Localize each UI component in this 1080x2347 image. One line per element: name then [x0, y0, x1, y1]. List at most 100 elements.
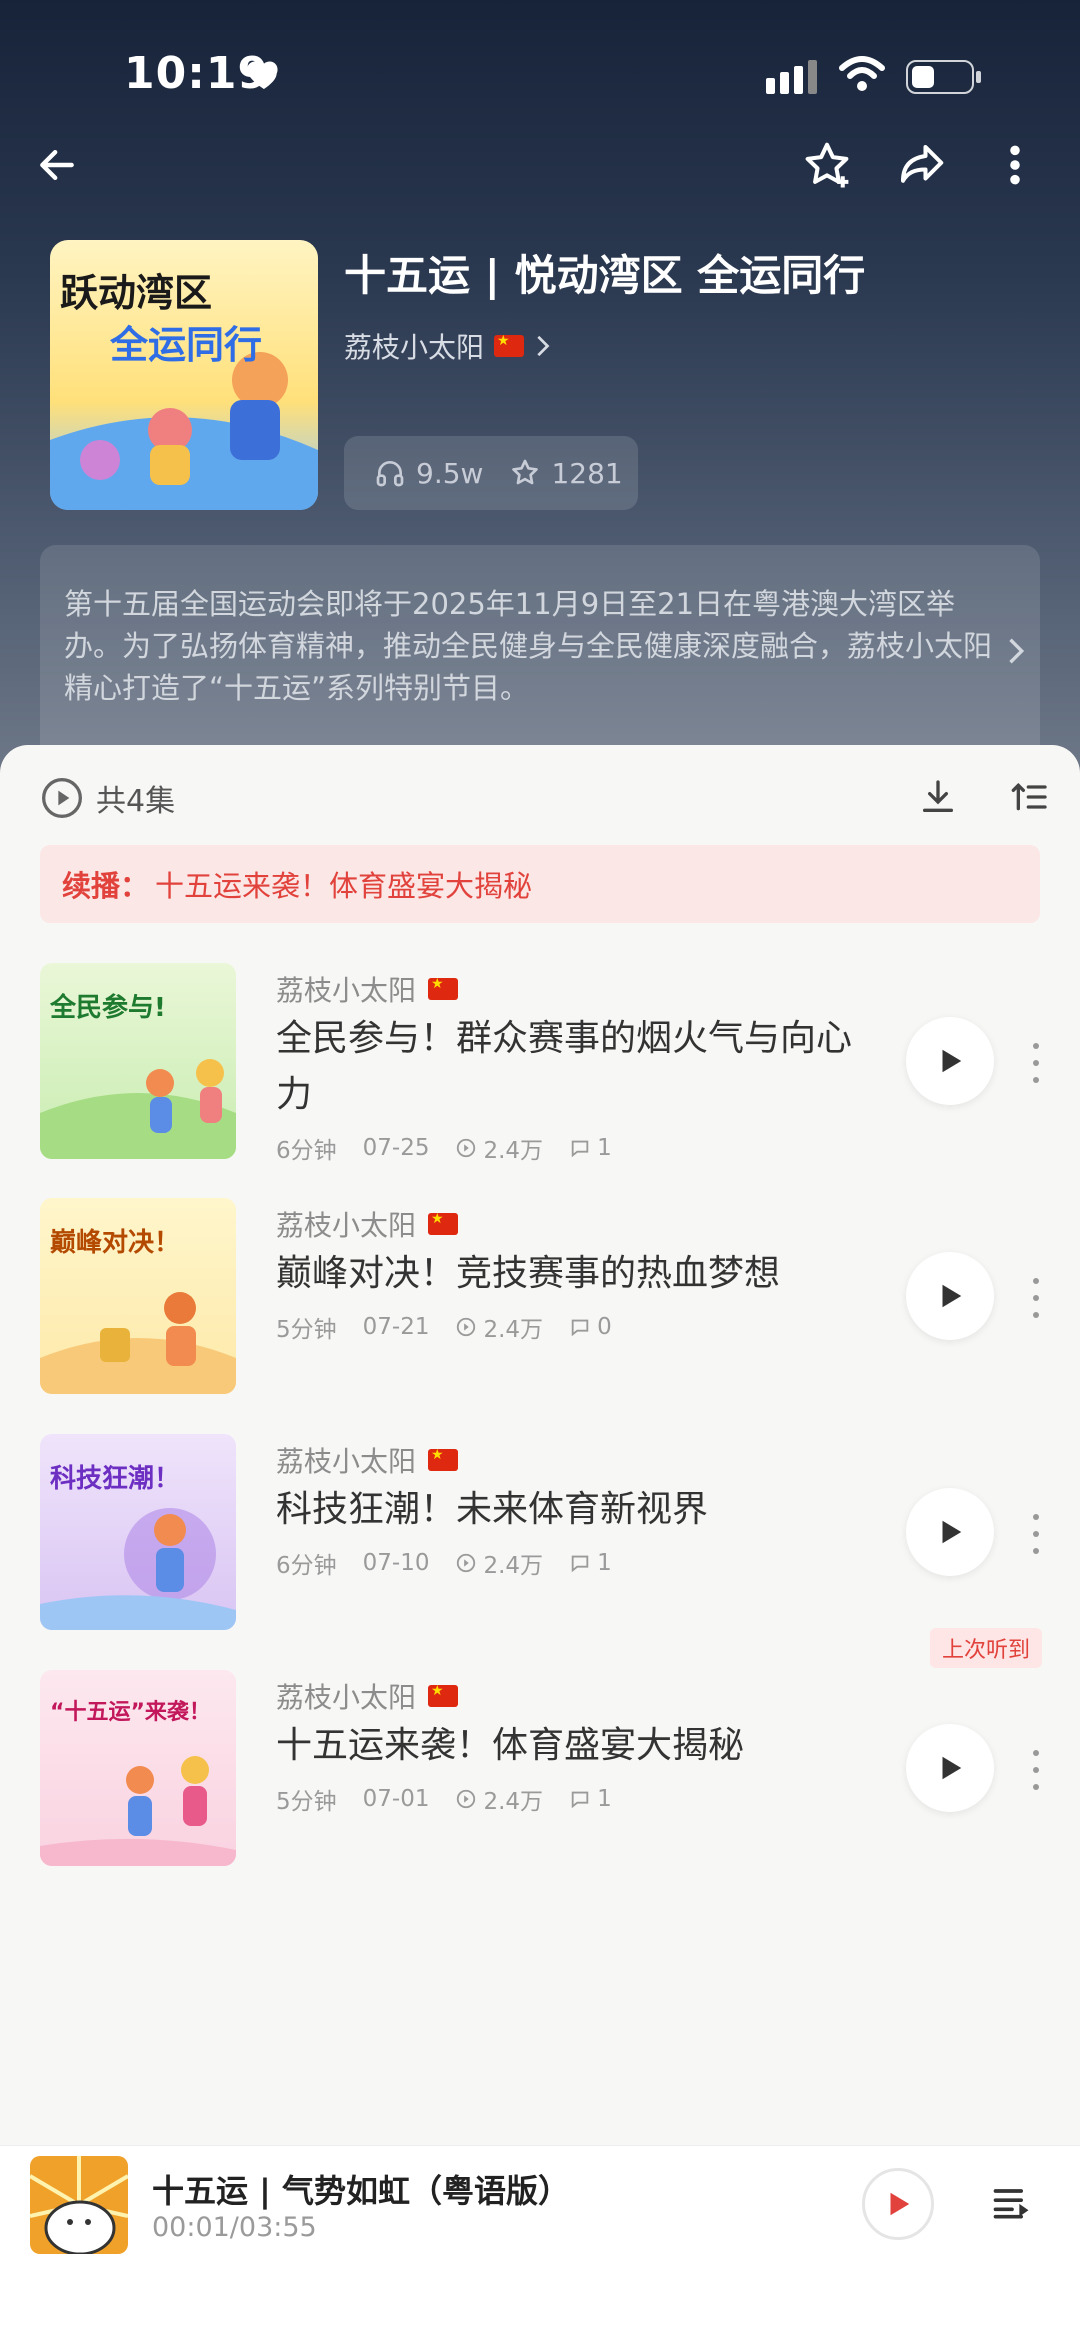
favorite-button[interactable]: [792, 130, 862, 200]
episode-comments-value: 1: [597, 1550, 612, 1576]
star-plus-icon: [805, 142, 849, 188]
episode-plays-value: 2.4万: [483, 1138, 544, 1164]
favorites-count: 1281: [551, 456, 623, 490]
wifi-icon: [839, 56, 885, 91]
sort-icon[interactable]: [1010, 777, 1050, 817]
episode-comments-value: 1: [597, 1786, 612, 1812]
episode-row[interactable]: 巅峰对决！ 荔枝小太阳 巅峰对决！竞技赛事的热血梦想 5分钟 07-21 2.4…: [0, 1198, 1080, 1398]
thumbnail-text: “十五运”来袭！: [50, 1700, 211, 1725]
episode-play-button[interactable]: [906, 1488, 994, 1576]
episode-count: 共4集: [96, 784, 176, 819]
share-button[interactable]: [886, 130, 956, 200]
episode-plays: 2.4万: [455, 1782, 543, 1816]
episode-more-button[interactable]: [1026, 1750, 1046, 1790]
favorites-stat: 1281: [509, 456, 623, 490]
episode-more-button[interactable]: [1026, 1043, 1046, 1083]
description-text: 第十五届全国运动会即将于2025年11月9日至21日在粤港澳大湾区举办。为了弘扬…: [64, 587, 993, 705]
cover-text-bottom: 全运同行: [110, 323, 263, 367]
episode-author-name: 荔枝小太阳: [276, 1209, 417, 1242]
status-bar: 10:19: [0, 48, 1080, 108]
episode-meta: 5分钟 07-21 2.4万 0: [276, 1310, 612, 1344]
back-button[interactable]: [22, 130, 92, 200]
episode-comments: 1: [569, 1786, 612, 1812]
play-count-icon: [457, 1789, 476, 1809]
episode-date: 07-01: [362, 1786, 430, 1812]
chevron-right-icon: [1009, 638, 1024, 664]
episode-title: 巅峰对决！竞技赛事的热血梦想: [276, 1253, 781, 1294]
play-count-icon: [457, 1138, 476, 1158]
play-icon: [942, 1756, 962, 1780]
episode-author: 荔枝小太阳: [276, 1204, 459, 1244]
episode-duration: 6分钟: [276, 1553, 337, 1579]
back-arrow-icon: [40, 149, 74, 181]
episode-author: 荔枝小太阳: [276, 969, 459, 1009]
episode-meta: 6分钟 07-10 2.4万 1: [276, 1546, 612, 1580]
mini-player[interactable]: 十五运 | 气势如虹（粤语版） 00:01/03:55: [0, 2145, 1080, 2347]
episode-row[interactable]: 上次听到 “十五运”来袭！ 荔枝小太阳 十五运来袭！体育盛宴大揭秘 5分钟 07…: [0, 1628, 1080, 1870]
episode-plays: 2.4万: [455, 1546, 543, 1580]
episode-play-button[interactable]: [906, 1252, 994, 1340]
episode-play-button[interactable]: [906, 1017, 994, 1105]
resume-episode-title: 十五运来袭！体育盛宴大揭秘: [155, 869, 533, 903]
star-outline-icon: [512, 459, 539, 485]
now-playing-time: 00:01/03:55: [152, 2212, 317, 2243]
album-cover[interactable]: 跃动湾区 全运同行: [50, 240, 318, 510]
battery-icon: [906, 60, 981, 94]
album-stats: 9.5w 1281: [344, 436, 638, 510]
episode-plays-value: 2.4万: [483, 1789, 544, 1815]
cover-text-top: 跃动湾区: [60, 271, 213, 315]
episode-date: 07-21: [362, 1314, 430, 1340]
album-description[interactable]: 第十五届全国运动会即将于2025年11月9日至21日在粤港澳大湾区举办。为了弘扬…: [40, 545, 1040, 775]
download-icon[interactable]: [918, 777, 958, 817]
share-arrow-icon: [900, 144, 944, 183]
episode-row[interactable]: 科技狂潮！ 荔枝小太阳 科技狂潮！未来体育新视界 6分钟 07-10 2.4万 …: [0, 1434, 1080, 1634]
episode-more-button[interactable]: [1026, 1278, 1046, 1318]
resume-label: 续播：: [62, 869, 150, 903]
more-vertical-icon: [1010, 145, 1020, 185]
chevron-right-icon: [537, 335, 550, 357]
top-nav: [0, 130, 1080, 200]
episode-author-name: 荔枝小太阳: [276, 1681, 417, 1714]
episode-thumbnail: 巅峰对决！: [40, 1198, 236, 1394]
episode-plays-value: 2.4万: [483, 1317, 544, 1343]
play-count-icon: [457, 1553, 476, 1573]
album-author-link[interactable]: 荔枝小太阳: [344, 326, 550, 366]
episode-comments: 0: [569, 1314, 612, 1340]
plays-stat: 9.5w: [374, 457, 483, 490]
episode-comments: 1: [569, 1550, 612, 1576]
episode-date: 07-25: [362, 1135, 430, 1161]
episode-title: 科技狂潮！未来体育新视界: [276, 1489, 709, 1530]
play-icon: [942, 1049, 962, 1073]
heart-icon: [247, 61, 278, 89]
episode-author-name: 荔枝小太阳: [276, 1445, 417, 1478]
episode-row[interactable]: 全民参与! 荔枝小太阳 全民参与！群众赛事的烟火气与向心力 6分钟 07-25 …: [0, 963, 1080, 1165]
episode-meta: 6分钟 07-25 2.4万 1: [276, 1131, 612, 1165]
episode-comments-value: 0: [597, 1314, 612, 1340]
album-author-name: 荔枝小太阳: [344, 331, 485, 364]
episode-thumbnail: 科技狂潮！: [40, 1434, 236, 1630]
china-flag-icon: [428, 1683, 459, 1707]
episode-author: 荔枝小太阳: [276, 1676, 459, 1716]
episode-title: 十五运来袭！体育盛宴大揭秘: [276, 1725, 745, 1766]
episode-author-name: 荔枝小太阳: [276, 974, 417, 1007]
play-count-icon: [457, 1317, 476, 1337]
play-icon: [942, 1284, 962, 1308]
resume-banner[interactable]: 续播： 十五运来袭！体育盛宴大揭秘: [40, 845, 1040, 923]
thumbnail-text: 巅峰对决！: [50, 1228, 181, 1258]
episode-thumbnail: “十五运”来袭！: [40, 1670, 236, 1866]
last-listened-badge: 上次听到: [929, 1628, 1042, 1668]
episode-more-button[interactable]: [1026, 1514, 1046, 1554]
now-playing-cover-art: [30, 2156, 128, 2254]
now-playing-cover[interactable]: [30, 2156, 128, 2254]
episode-plays: 2.4万: [455, 1131, 543, 1165]
china-flag-icon: [428, 1447, 459, 1471]
list-header: 共4集: [40, 773, 1050, 823]
episode-plays: 2.4万: [455, 1310, 543, 1344]
more-button[interactable]: [980, 130, 1050, 200]
china-flag-icon: [428, 976, 459, 1000]
episode-title: 全民参与！群众赛事的烟火气与向心力: [276, 1018, 853, 1115]
album-header: 10:19 跃动湾区 全运同行 十五运 | 悦动湾区 全运同行 荔枝小太阳 ★ …: [0, 0, 1080, 780]
mini-player-play-button[interactable]: [862, 2168, 934, 2240]
playlist-icon[interactable]: [990, 2180, 1034, 2224]
episode-play-button[interactable]: [906, 1724, 994, 1812]
